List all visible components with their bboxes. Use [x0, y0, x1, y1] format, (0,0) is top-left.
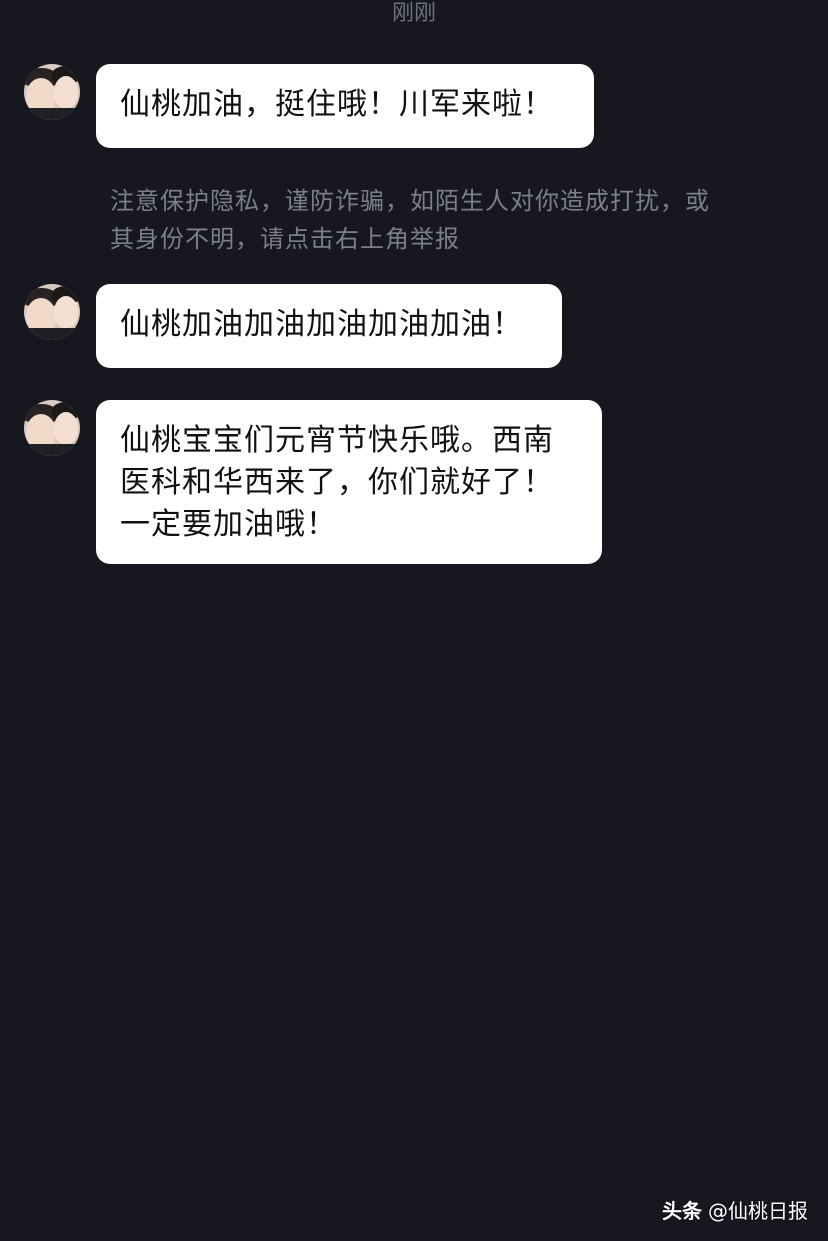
sender-avatar[interactable] [24, 400, 80, 456]
source-watermark: 头条 @仙桃日报 [662, 1199, 808, 1223]
chat-bubble[interactable]: 仙桃加油加油加油加油加油！ [96, 284, 562, 368]
sender-avatar[interactable] [24, 284, 80, 340]
watermark-brand: 头条 [662, 1199, 702, 1223]
chat-bubble[interactable]: 仙桃加油，挺住哦！川军来啦！ [96, 64, 594, 148]
chat-screen: 刚刚 仙桃加油，挺住哦！川军来啦！ 注意保护隐私，谨防诈骗，如陌生人对你造成打扰… [0, 0, 828, 1241]
sender-avatar[interactable] [24, 64, 80, 120]
message-timestamp: 刚刚 [391, 1, 436, 26]
privacy-warning: 注意保护隐私，谨防诈骗，如陌生人对你造成打扰，或其身份不明，请点击右上角举报 [110, 187, 710, 253]
chat-bubble[interactable]: 仙桃宝宝们元宵节快乐哦。西南 医科和华西来了，你们就好了！ 一定要加油哦！ [96, 400, 602, 564]
watermark-account: @仙桃日报 [708, 1199, 808, 1223]
